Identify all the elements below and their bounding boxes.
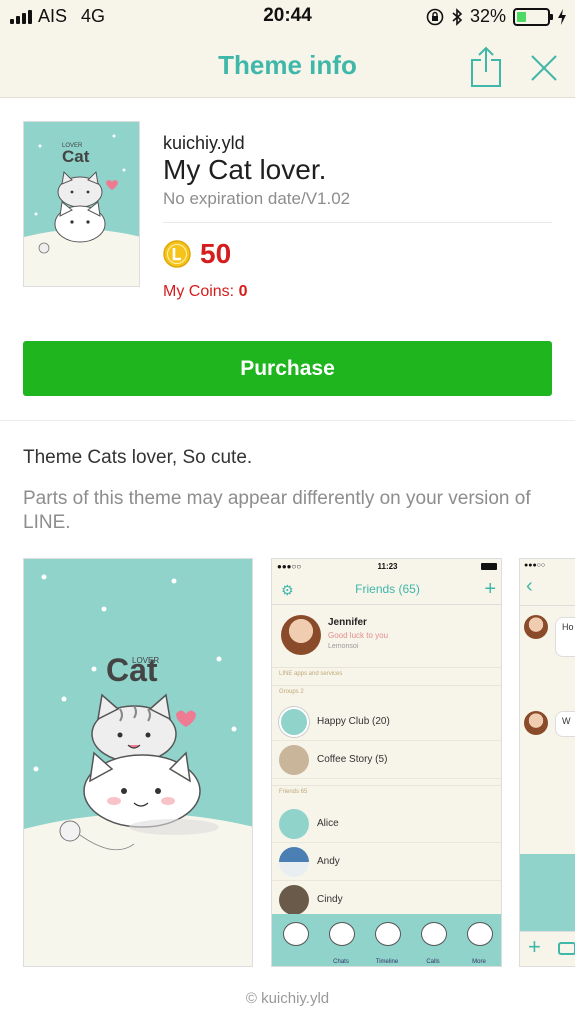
back-icon: ‹ — [526, 575, 533, 597]
profile-row: Jennifer Good luck to you Lemonsoi — [272, 606, 501, 666]
preview-title: Friends (65) — [355, 582, 420, 596]
theme-author[interactable]: kuichiy.yld — [163, 133, 245, 154]
add-friend-icon: + — [484, 578, 496, 600]
avatar — [279, 885, 309, 915]
theme-name: My Cat lover. — [163, 154, 327, 185]
group-name: Happy Club (20) — [317, 716, 390, 727]
list-item: Alice — [272, 805, 501, 843]
orientation-lock-icon — [426, 8, 444, 25]
my-coins-label: My Coins: — [163, 283, 235, 300]
theme-price: 50 — [200, 238, 232, 269]
tab-calls: Calls — [410, 914, 456, 966]
my-coins-value: 0 — [238, 283, 248, 300]
add-icon: + — [528, 934, 541, 959]
profile-song: Lemonsoi — [328, 643, 359, 650]
top-nav-bar: Theme info — [0, 34, 575, 98]
tab-friends — [272, 914, 318, 966]
profile-status: Good luck to you — [328, 631, 389, 640]
section-apps: LINE apps and services — [272, 667, 501, 680]
battery-percent: 32% — [469, 6, 506, 26]
theme-expiry-version: No expiration date/V1.02 — [163, 189, 351, 208]
list-item: Happy Club (20) — [272, 703, 501, 741]
status-indicators: 32% — [426, 6, 567, 27]
divider — [163, 222, 552, 223]
avatar — [279, 847, 309, 877]
tab-more: More — [456, 914, 501, 966]
preview-home-screen[interactable]: LOVER Cat — [23, 558, 253, 967]
preview-time: 11:23 — [377, 562, 398, 571]
avatar — [279, 707, 309, 737]
copyright-footer: © kuichiy.yld — [245, 990, 330, 1007]
group-name: Coffee Story (5) — [317, 754, 388, 765]
my-coins: My Coins: 0 — [163, 283, 247, 301]
section-groups: Groups 2 — [272, 685, 501, 698]
list-item: Coffee Story (5) — [272, 741, 501, 779]
friend-name: Cindy — [317, 894, 343, 905]
coin-icon — [163, 240, 191, 268]
theme-description: Theme Cats lover, So cute. — [23, 447, 253, 468]
purchase-button[interactable]: Purchase — [23, 341, 552, 396]
preview-chat-screen[interactable]: ●●●○○ ‹ Ho wi W + — [519, 558, 575, 967]
preview-status-bar: ●●●○○ 11:23 — [272, 559, 501, 575]
tab-timeline: Timeline — [364, 914, 410, 966]
avatar — [524, 615, 548, 639]
compatibility-note: Parts of this theme may appear different… — [23, 488, 531, 533]
preview-tab-bar: Chats Timeline Calls More — [272, 914, 501, 966]
chat-bubble: Ho wi — [555, 617, 575, 657]
list-item: Andy — [272, 843, 501, 881]
profile-name: Jennifer — [328, 617, 367, 628]
battery-icon — [513, 7, 553, 26]
bluetooth-icon — [452, 7, 463, 26]
preview-header: ⚙ Friends (65) + — [272, 575, 501, 605]
friend-name: Andy — [317, 856, 340, 867]
status-bar: AIS 4G 20:44 32% — [0, 0, 575, 34]
avatar — [524, 711, 548, 735]
signal-dots-icon: ●●●○○ — [524, 562, 546, 569]
tab-chats: Chats — [318, 914, 364, 966]
chat-bubble: W — [555, 711, 575, 737]
charging-icon — [558, 8, 566, 25]
avatar — [279, 809, 309, 839]
theme-thumbnail: LOVER Cat — [23, 121, 140, 287]
avatar — [281, 615, 321, 655]
friend-name: Alice — [317, 818, 339, 829]
battery-icon — [481, 563, 497, 570]
theme-thumbnail-art: LOVER Cat — [24, 122, 139, 286]
close-icon[interactable] — [528, 52, 560, 84]
svg-text:Cat: Cat — [62, 147, 90, 166]
share-icon[interactable] — [468, 46, 504, 88]
section-friends: Friends 65 — [272, 785, 501, 798]
svg-text:Cat: Cat — [106, 652, 158, 688]
avatar — [279, 745, 309, 775]
camera-icon — [558, 942, 575, 955]
divider — [0, 420, 575, 421]
preview-friends-screen[interactable]: ●●●○○ 11:23 ⚙ Friends (65) + Jennifer Go… — [271, 558, 502, 967]
preview-home-art: LOVER Cat — [24, 559, 252, 966]
